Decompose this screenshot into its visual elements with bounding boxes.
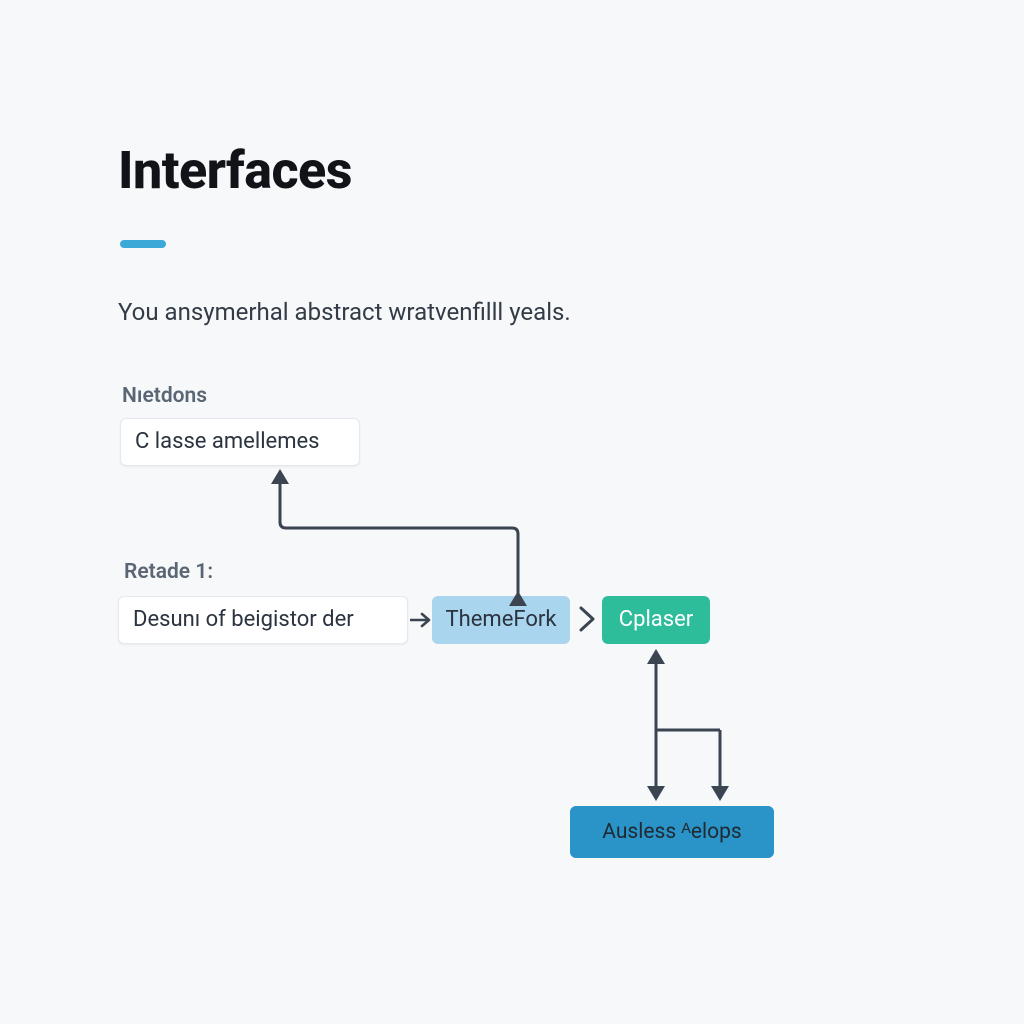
node-desunt[interactable]: Desunı of beigistor der — [118, 596, 408, 644]
section-label-nietdons: Nıetdons — [122, 384, 207, 408]
node-themefork-label: ThemeFork — [446, 609, 557, 631]
arrow-right-icon — [410, 609, 432, 631]
diagram-canvas: Interfaces You ansymerhal abstract wratv… — [0, 0, 1024, 1024]
chevron-right-icon — [573, 604, 601, 634]
node-ausless-label: Ausless ᴬelops — [602, 822, 742, 843]
node-desunt-label: Desunı of beigistor der — [133, 609, 354, 631]
node-cplaser-label: Cplaser — [619, 609, 693, 631]
node-classe[interactable]: C lasse amellemes — [120, 418, 360, 466]
node-cplaser[interactable]: Cplaser — [602, 596, 710, 644]
node-classe-label: C lasse amellemes — [135, 431, 320, 453]
page-subtitle: You ansymerhal abstract wratvenfilll yea… — [118, 298, 571, 326]
node-ausless[interactable]: Ausless ᴬelops — [570, 806, 774, 858]
section-label-retade: Retade 1: — [124, 560, 213, 584]
node-themefork[interactable]: ThemeFork — [432, 596, 570, 644]
page-title: Interfaces — [118, 140, 352, 201]
accent-bar — [120, 240, 166, 248]
